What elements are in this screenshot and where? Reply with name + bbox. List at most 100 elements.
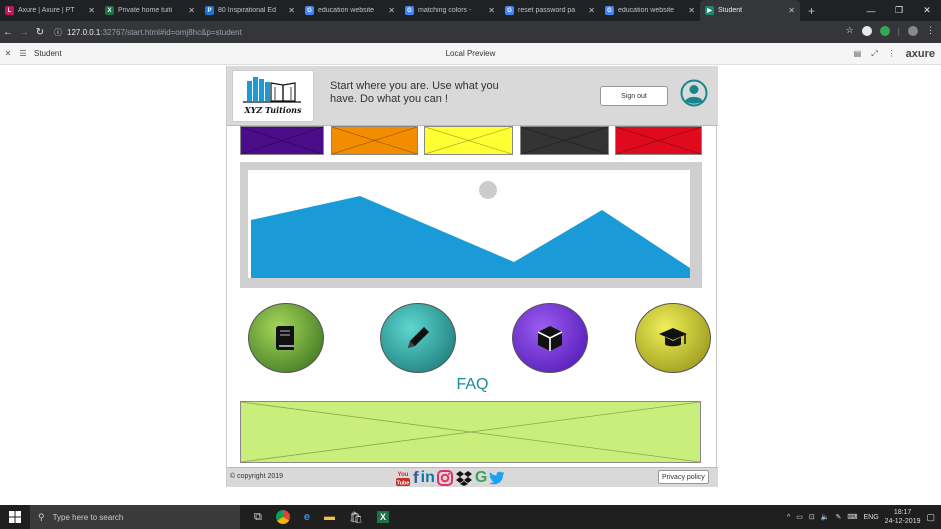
hero-image[interactable]	[248, 170, 690, 278]
volume-icon[interactable]: 🔈	[821, 513, 830, 521]
chrome-icon[interactable]	[275, 510, 290, 524]
grammarly-icon[interactable]	[879, 25, 890, 36]
keyboard-icon[interactable]: ⌨	[847, 513, 857, 521]
user-avatar-icon[interactable]	[680, 79, 708, 107]
landscape-placeholder-icon	[251, 181, 690, 278]
language-indicator[interactable]: ENG	[864, 514, 879, 521]
close-tab-icon[interactable]: ✕	[688, 6, 695, 15]
tab-favicon: G	[305, 6, 314, 15]
windows-taskbar: ⚲ Type here to search ⧉ e ▬ 🛍 X ^ ▭ ⊡ 🔈 …	[0, 505, 941, 529]
pen-icon[interactable]: ✎	[836, 513, 842, 521]
browser-tab-strip: L Axure | Axure | PT ✕ X Private home tuiti ✕…	[0, 0, 941, 21]
edge-icon[interactable]: e	[304, 511, 310, 523]
color-swatch[interactable]	[615, 126, 702, 155]
taskbar-search-box[interactable]: ⚲ Type here to search	[30, 505, 240, 529]
forward-icon[interactable]: →	[16, 27, 32, 38]
color-swatch[interactable]	[520, 126, 609, 155]
placeholder-cross	[616, 127, 701, 154]
linkedin-icon[interactable]: in	[421, 469, 435, 487]
extension-icon[interactable]	[861, 25, 872, 36]
feature-circle-button[interactable]	[248, 303, 324, 373]
site-header: XYZ Tuitions Start where you are. Use wh…	[227, 66, 718, 126]
close-tab-icon[interactable]: ✕	[488, 6, 495, 15]
google-icon[interactable]: G	[475, 469, 487, 487]
minimize-icon[interactable]: —	[857, 6, 885, 16]
notifications-icon[interactable]: ▢	[926, 512, 935, 523]
color-swatch[interactable]	[240, 126, 324, 155]
feature-circle-button[interactable]	[635, 303, 711, 373]
tab-title: 80 Inspirational Ed	[218, 7, 276, 14]
dropbox-icon[interactable]	[455, 470, 473, 486]
hero-image-frame	[240, 162, 702, 288]
file-explorer-icon[interactable]: ▬	[324, 511, 335, 523]
clock[interactable]: 18:17 24-12-2019	[885, 508, 921, 526]
instagram-icon[interactable]	[436, 470, 453, 486]
placeholder-cross	[332, 127, 417, 154]
profile-avatar[interactable]	[908, 25, 918, 36]
info-icon[interactable]: ⓘ	[54, 27, 62, 38]
new-tab-button[interactable]: +	[808, 4, 815, 18]
task-view-icon[interactable]: ⧉	[254, 511, 262, 524]
sign-out-button[interactable]: Sign out	[600, 86, 668, 106]
color-swatch[interactable]	[424, 126, 513, 155]
site-footer: © copyright 2019 You Tube f in G Privacy…	[227, 467, 718, 487]
excel-icon[interactable]: X	[376, 511, 389, 523]
browser-menu-icon[interactable]: ⋮	[926, 25, 935, 36]
close-tab-icon[interactable]: ✕	[788, 6, 795, 15]
battery-icon[interactable]: ▭	[796, 513, 803, 521]
color-swatch[interactable]	[331, 126, 418, 155]
youtube-icon[interactable]: You Tube	[395, 469, 411, 487]
reload-icon[interactable]: ↻	[32, 27, 48, 38]
show-hidden-icons[interactable]: ^	[787, 514, 790, 521]
axure-logo: axure	[905, 47, 935, 60]
pinned-apps: ⧉ e ▬ 🛍 X	[254, 510, 389, 524]
network-icon[interactable]: ⊡	[809, 513, 815, 521]
divider: |	[897, 25, 900, 36]
back-icon[interactable]: ←	[0, 27, 16, 38]
privacy-policy-button[interactable]: Privacy policy	[658, 470, 709, 484]
tab-title: education website	[318, 7, 375, 14]
color-swatch-row	[240, 126, 702, 156]
browser-tab[interactable]: ▶ Student ✕	[700, 0, 800, 21]
more-icon[interactable]: ⋮	[888, 49, 896, 58]
axure-toolbar: ▤ ⤢ ⋮ axure	[854, 48, 935, 60]
browser-tab[interactable]: Geducation website ✕	[600, 0, 700, 21]
browser-tab[interactable]: X Private home tuiti ✕	[100, 0, 200, 21]
bookmark-star-icon[interactable]: ☆	[846, 25, 854, 36]
tab-favicon: X	[105, 6, 114, 15]
feature-circle-button[interactable]	[380, 303, 456, 373]
close-tab-icon[interactable]: ✕	[188, 6, 195, 15]
browser-tab[interactable]: L Axure | Axure | PT ✕	[0, 0, 100, 21]
twitter-icon[interactable]	[489, 471, 505, 485]
browser-tab[interactable]: Geducation website ✕	[300, 0, 400, 21]
close-tab-icon[interactable]: ✕	[388, 6, 395, 15]
browser-actions: ☆ | ⋮	[846, 25, 935, 36]
prototype-page: XYZ Tuitions Start where you are. Use wh…	[226, 66, 718, 487]
store-icon[interactable]: 🛍	[349, 511, 363, 524]
faq-heading[interactable]: FAQ	[227, 376, 718, 394]
browser-tab[interactable]: Greset password pa ✕	[500, 0, 600, 21]
placeholder-cross	[521, 127, 608, 154]
facebook-icon[interactable]: f	[413, 468, 419, 488]
restore-icon[interactable]: ❐	[885, 5, 913, 16]
svg-text:Tube: Tube	[397, 481, 410, 487]
share-icon[interactable]: ⤢	[871, 49, 877, 59]
social-links: You Tube f in G	[395, 468, 505, 488]
pencil-icon	[408, 327, 429, 348]
site-logo[interactable]: XYZ Tuitions	[232, 70, 314, 122]
feature-circle-button[interactable]	[512, 303, 588, 373]
tab-title: Axure | Axure | PT	[18, 7, 75, 14]
close-window-icon[interactable]: ✕	[913, 5, 941, 16]
browser-tab[interactable]: P 80 Inspirational Ed ✕	[200, 0, 300, 21]
cube-icon	[537, 326, 563, 351]
url-field[interactable]: ⓘ 127.0.0.1:32767/start.html#id=omj8hc&p…	[54, 27, 242, 38]
browser-tab[interactable]: Gmatching colors - ✕	[400, 0, 500, 21]
close-tab-icon[interactable]: ✕	[288, 6, 295, 15]
clock-time: 18:17	[893, 509, 912, 516]
url-path: :32767/start.html#id=omj8hc&p=student	[100, 27, 242, 37]
close-tab-icon[interactable]: ✕	[88, 6, 95, 15]
notes-icon[interactable]: ▤	[854, 49, 862, 58]
start-button[interactable]	[0, 505, 30, 529]
placeholder-cross	[425, 127, 512, 154]
close-tab-icon[interactable]: ✕	[588, 6, 595, 15]
